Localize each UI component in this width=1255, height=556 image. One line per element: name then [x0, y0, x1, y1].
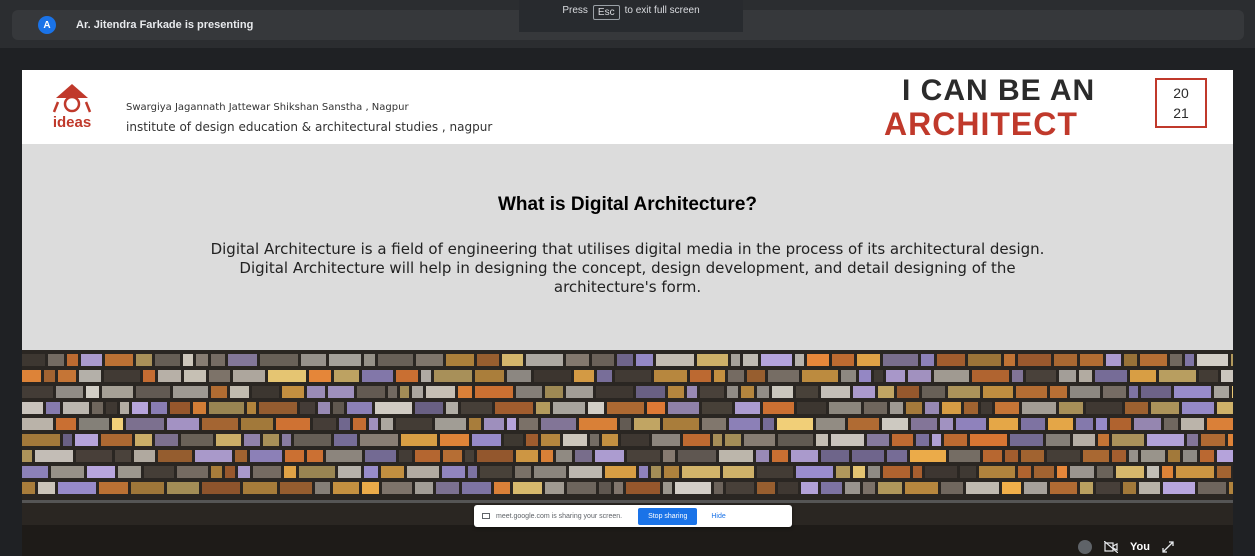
esc-key: Esc	[592, 5, 620, 20]
logo-mark-icon	[52, 84, 92, 113]
org-line-1: Swargiya Jagannath Jattewar Shikshan San…	[126, 102, 409, 113]
slide-body: Digital Architecture is a field of engin…	[112, 240, 1143, 297]
mic-off-icon[interactable]	[1078, 540, 1092, 554]
expand-icon[interactable]	[1162, 541, 1174, 553]
year-line-1: 20	[1173, 85, 1189, 101]
presenter-avatar: A	[38, 16, 56, 34]
presentation-slide: ideas Swargiya Jagannath Jattewar Shiksh…	[22, 70, 1233, 556]
body-line-2: Digital Architecture will help in design…	[239, 259, 1016, 277]
self-label: You	[1130, 541, 1150, 553]
slide-header: ideas Swargiya Jagannath Jattewar Shiksh…	[22, 70, 1233, 144]
year-box: 20 21	[1155, 78, 1207, 128]
share-message: meet.google.com is sharing your screen.	[496, 512, 623, 520]
ideas-logo: ideas	[48, 80, 96, 134]
slide-heading: What is Digital Architecture?	[498, 194, 757, 215]
hint-prefix: Press	[562, 5, 588, 16]
self-view-tile[interactable]: You	[1068, 538, 1238, 556]
brand-line-1: I CAN BE AN	[902, 74, 1096, 107]
stop-sharing-button[interactable]: Stop sharing	[638, 507, 698, 525]
screen-share-bar: meet.google.com is sharing your screen. …	[474, 505, 792, 527]
logo-text: ideas	[52, 114, 92, 131]
camera-off-icon[interactable]	[1104, 541, 1118, 553]
year-line-2: 21	[1173, 105, 1189, 121]
org-line-2: institute of design education & architec…	[126, 120, 493, 134]
screen-share-icon	[482, 513, 490, 519]
body-line-3: architecture's form.	[553, 278, 702, 296]
brand-line-2: ARCHITECT	[884, 106, 1078, 142]
hint-suffix: to exit full screen	[624, 5, 700, 16]
presenting-text: Ar. Jitendra Farkade is presenting	[76, 19, 254, 31]
fullscreen-exit-hint: Press Esc to exit full screen	[519, 0, 743, 32]
hide-button[interactable]: Hide	[711, 513, 725, 520]
body-line-1: Digital Architecture is a field of engin…	[210, 240, 1045, 258]
